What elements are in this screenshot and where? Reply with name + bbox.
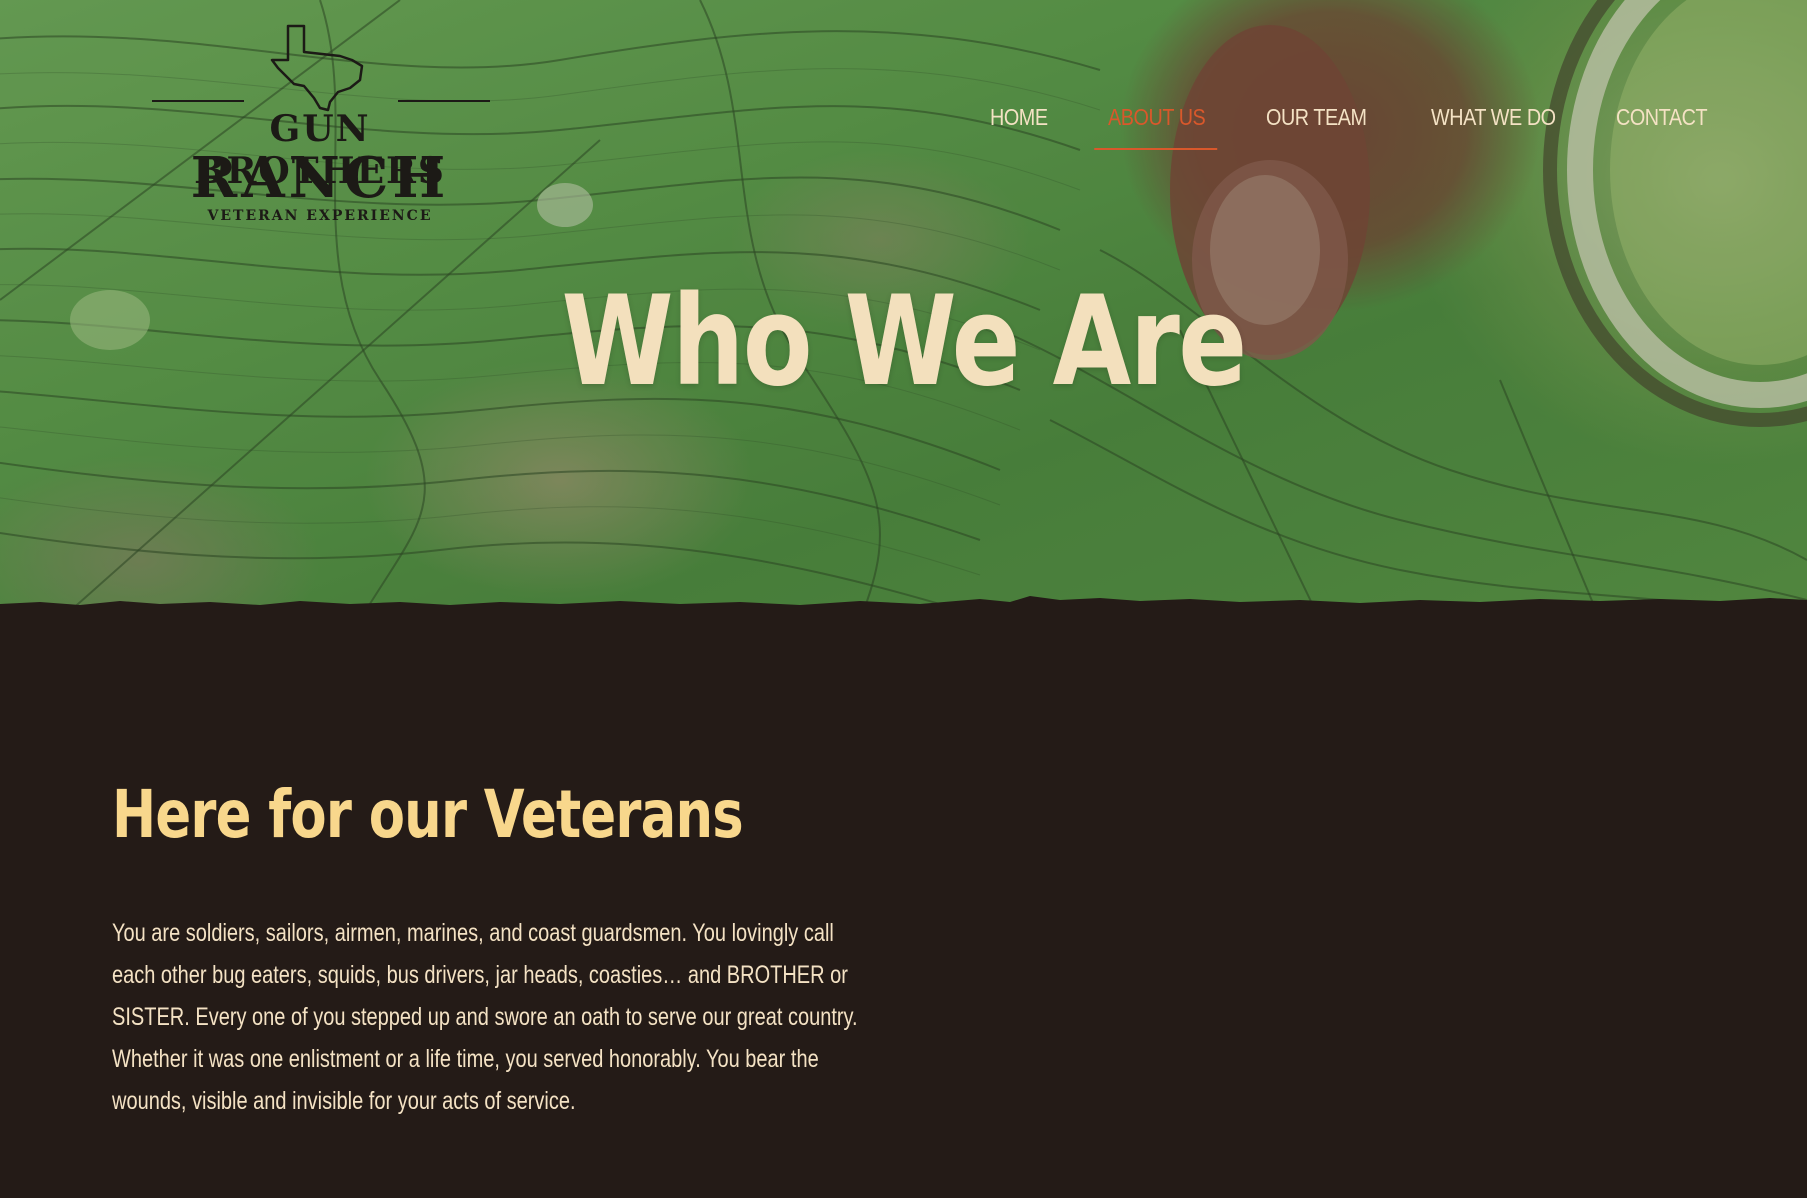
nav-link-home[interactable]: HOME <box>990 104 1048 144</box>
nav-link-contact[interactable]: CONTACT <box>1616 104 1708 144</box>
logo-rule-right <box>398 100 490 102</box>
nav-link-our-team[interactable]: OUR TEAM <box>1266 104 1367 144</box>
logo[interactable]: GUN BROTHERS RANCH VETERAN EXPERIENCE <box>150 18 490 228</box>
torn-paper-divider <box>0 596 1807 630</box>
logo-text-veteran-experience: VETERAN EXPERIENCE <box>207 208 433 224</box>
logo-rule-left <box>152 100 244 102</box>
veterans-section: Here for our Veterans You are soldiers, … <box>112 770 892 1122</box>
page-title: Who We Are <box>561 270 1247 414</box>
main-navigation: HOME ABOUT US OUR TEAM WHAT WE DO CONTAC… <box>990 104 1722 150</box>
section-body-text: You are soldiers, sailors, airmen, marin… <box>112 919 858 1115</box>
logo-text-ranch: RANCH <box>190 145 450 211</box>
texas-state-icon <box>270 24 364 112</box>
nav-link-about-us[interactable]: ABOUT US <box>1094 104 1218 150</box>
section-heading: Here for our Veterans <box>112 776 744 853</box>
nav-link-what-we-do[interactable]: WHAT WE DO <box>1431 104 1556 144</box>
